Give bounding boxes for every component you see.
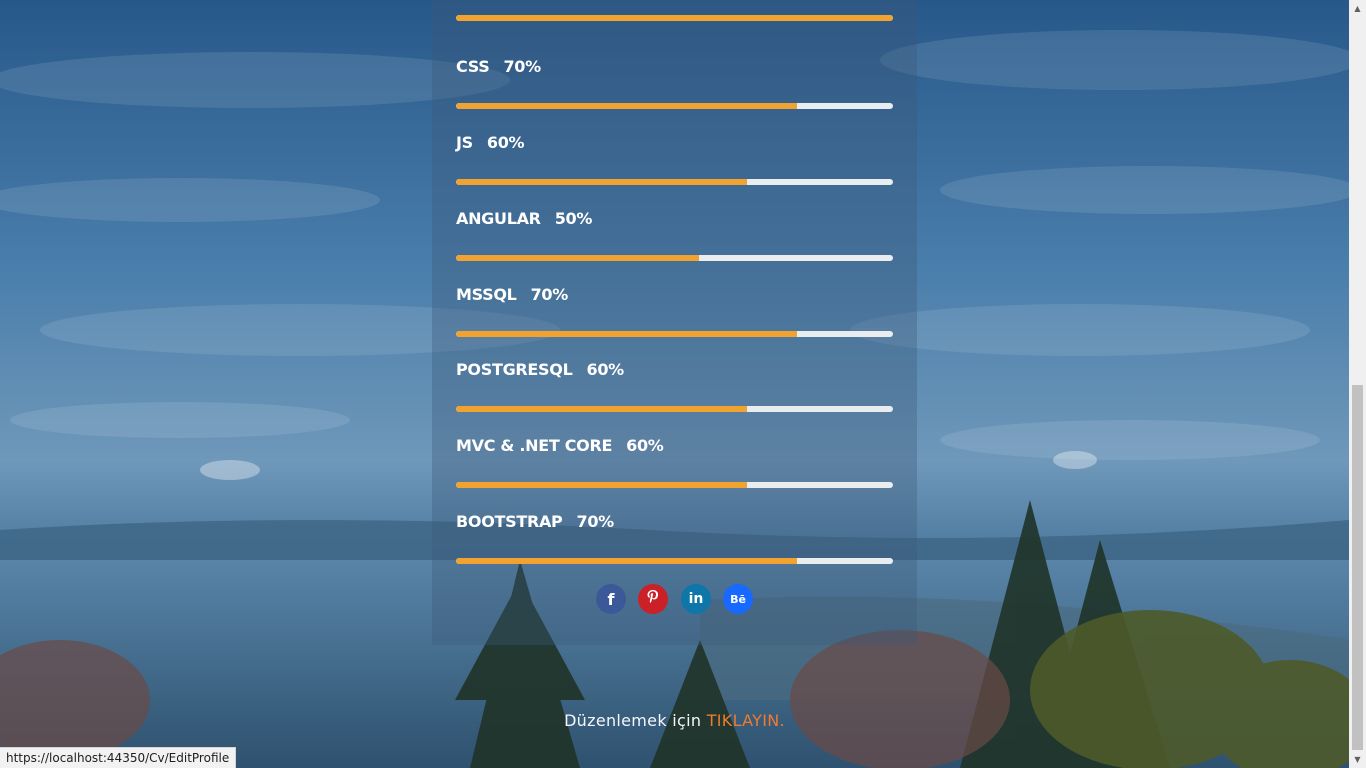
- linkedin-glyph: in: [688, 591, 704, 607]
- skill-progress-track: [456, 482, 893, 488]
- skill-name: ANGULAR: [456, 209, 541, 228]
- skill-label: ANGULAR 50%: [456, 208, 893, 230]
- skill-progress-track: [456, 255, 893, 261]
- behance-glyph: Bē: [730, 592, 746, 606]
- skill-progress-fill: [456, 406, 747, 412]
- skill-percent: 60%: [486, 133, 525, 152]
- scrollbar-thumb[interactable]: [1352, 385, 1363, 750]
- edit-profile-link[interactable]: TIKLAYIN.: [707, 711, 785, 730]
- skill-name: JS: [456, 133, 473, 152]
- edit-prompt: Düzenlemek için TIKLAYIN.: [0, 710, 1349, 732]
- skill-name: BOOTSTRAP: [456, 512, 563, 531]
- skill-progress-track: [456, 331, 893, 337]
- linkedin-icon[interactable]: in: [681, 584, 711, 614]
- pinterest-glyph: [646, 589, 660, 609]
- skill-label: MVC & .NET CORE 60%: [456, 435, 893, 457]
- edit-prompt-text: Düzenlemek için: [564, 711, 707, 730]
- social-links: f in Bē: [596, 584, 756, 614]
- skill-percent: 50%: [554, 209, 593, 228]
- skill-percent: 60%: [586, 360, 624, 379]
- skill-label: MSSQL 70%: [456, 284, 893, 306]
- skill-progress-track-partial: [456, 15, 893, 21]
- facebook-icon[interactable]: f: [596, 584, 626, 614]
- skill-item: BOOTSTRAP 70%: [456, 511, 893, 564]
- skill-item: JS 60%: [456, 132, 893, 185]
- skill-label: CSS 70%: [456, 56, 893, 78]
- scroll-down-arrow-icon[interactable]: ▼: [1349, 751, 1366, 768]
- skill-progress-fill: [456, 482, 747, 488]
- skill-name: CSS: [456, 57, 490, 76]
- skill-progress-fill: [456, 103, 797, 109]
- skill-progress-track: [456, 179, 893, 185]
- skills-panel: [432, 0, 917, 645]
- skill-progress-fill-partial: [456, 15, 893, 21]
- skill-name: MVC & .NET CORE: [456, 436, 613, 455]
- scroll-up-arrow-icon[interactable]: ▲: [1349, 0, 1366, 17]
- skill-label: POSTGRESQL 60%: [456, 359, 893, 381]
- skill-name: POSTGRESQL: [456, 360, 573, 379]
- skill-percent: 70%: [530, 285, 569, 304]
- facebook-glyph: f: [607, 589, 615, 609]
- skill-progress-fill: [456, 331, 797, 337]
- skill-progress-track: [456, 558, 893, 564]
- skill-item: MVC & .NET CORE 60%: [456, 435, 893, 488]
- skill-progress-fill: [456, 179, 747, 185]
- skill-percent: 70%: [576, 512, 614, 531]
- skill-item: CSS 70%: [456, 56, 893, 109]
- skill-progress-fill: [456, 558, 797, 564]
- skill-item: POSTGRESQL 60%: [456, 359, 893, 412]
- skill-item: ANGULAR 50%: [456, 208, 893, 261]
- status-bar-url: https://localhost:44350/Cv/EditProfile: [0, 747, 237, 768]
- skill-progress-track: [456, 103, 893, 109]
- skill-item: MSSQL 70%: [456, 284, 893, 337]
- skill-percent: 60%: [626, 436, 664, 455]
- skill-label: JS 60%: [456, 132, 893, 154]
- pinterest-icon[interactable]: [638, 584, 668, 614]
- skill-progress-fill: [456, 255, 699, 261]
- page-scrollbar[interactable]: ▲ ▼: [1349, 0, 1366, 768]
- skill-label: BOOTSTRAP 70%: [456, 511, 893, 533]
- skill-percent: 70%: [503, 57, 541, 76]
- skill-name: MSSQL: [456, 285, 517, 304]
- behance-icon[interactable]: Bē: [723, 584, 753, 614]
- skill-progress-track: [456, 406, 893, 412]
